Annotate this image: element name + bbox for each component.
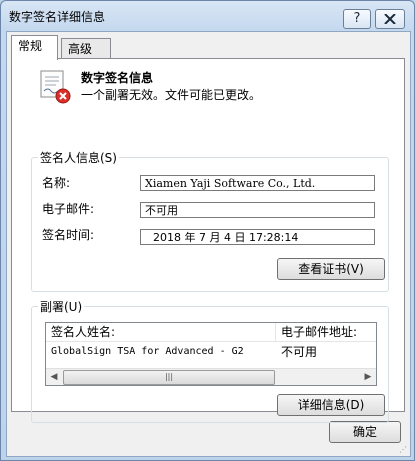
details-button[interactable]: 详细信息(D) [277,394,385,416]
certificate-error-icon [40,70,71,104]
view-certificate-button[interactable]: 查看证书(V) [277,258,385,280]
countersigner-email: 不可用 [281,345,318,359]
column-header-signer-name[interactable]: 签名人姓名: [46,323,276,342]
general-tab-panel: 数字签名信息 一个副署无效。文件可能已更改。 签名人信息(S) 名称: Xiam… [11,58,405,423]
dialog-client: 常规 高级 数字签名信息 一个副署无效。文件可能已更改。 签名人信息(S) 名称… [6,31,411,457]
list-item[interactable]: GlobalSign TSA for Advanced - G2 不可用 [46,343,376,361]
dialog-window: 数字签名详细信息 ? 常规 高级 数字签名信息 一个副署无效。文件可能已更改。 [0,0,415,461]
name-label: 名称: [42,176,71,190]
signer-info-legend: 签名人信息(S) [38,149,119,166]
close-icon [384,13,396,25]
signature-info-title: 数字签名信息 [81,71,154,85]
signature-status-message: 一个副署无效。文件可能已更改。 [81,88,262,102]
horizontal-scrollbar[interactable]: ◀ ||| ▶ [46,368,376,385]
scroll-right-icon[interactable]: ▶ [360,369,376,385]
countersignatures-list[interactable]: 签名人姓名: 电子邮件地址: GlobalSign TSA for Advanc… [45,322,377,386]
countersignatures-legend: 副署(U) [38,298,85,315]
tab-advanced[interactable]: 高级 [61,38,111,58]
scrollbar-thumb[interactable]: ||| [63,370,275,385]
resize-grip-icon[interactable]: ⋰ [399,445,409,455]
countersignatures-group: 副署(U) 签名人姓名: 电子邮件地址: GlobalSign TSA for … [31,298,389,423]
email-label: 电子邮件: [42,202,95,216]
title-bar[interactable]: 数字签名详细信息 ? [1,1,414,31]
ok-button[interactable]: 确定 [329,421,401,443]
column-header-email[interactable]: 电子邮件地址: [276,323,376,342]
signer-info-group: 签名人信息(S) 名称: Xiamen Yaji Software Co., L… [31,149,389,292]
window-title: 数字签名详细信息 [9,10,106,24]
tab-general[interactable]: 常规 [11,35,58,60]
close-button[interactable] [375,9,405,29]
signing-time-label: 签名时间: [42,228,95,242]
countersigner-name: GlobalSign TSA for Advanced - G2 [51,346,244,357]
email-field[interactable]: 不可用 [140,202,375,218]
help-button[interactable]: ? [343,9,371,29]
signing-time-field[interactable]: 2018 年 7 月 4 日 17:28:14 [140,229,375,245]
name-field[interactable]: Xiamen Yaji Software Co., Ltd. [140,175,375,191]
scroll-left-icon[interactable]: ◀ [46,369,62,385]
